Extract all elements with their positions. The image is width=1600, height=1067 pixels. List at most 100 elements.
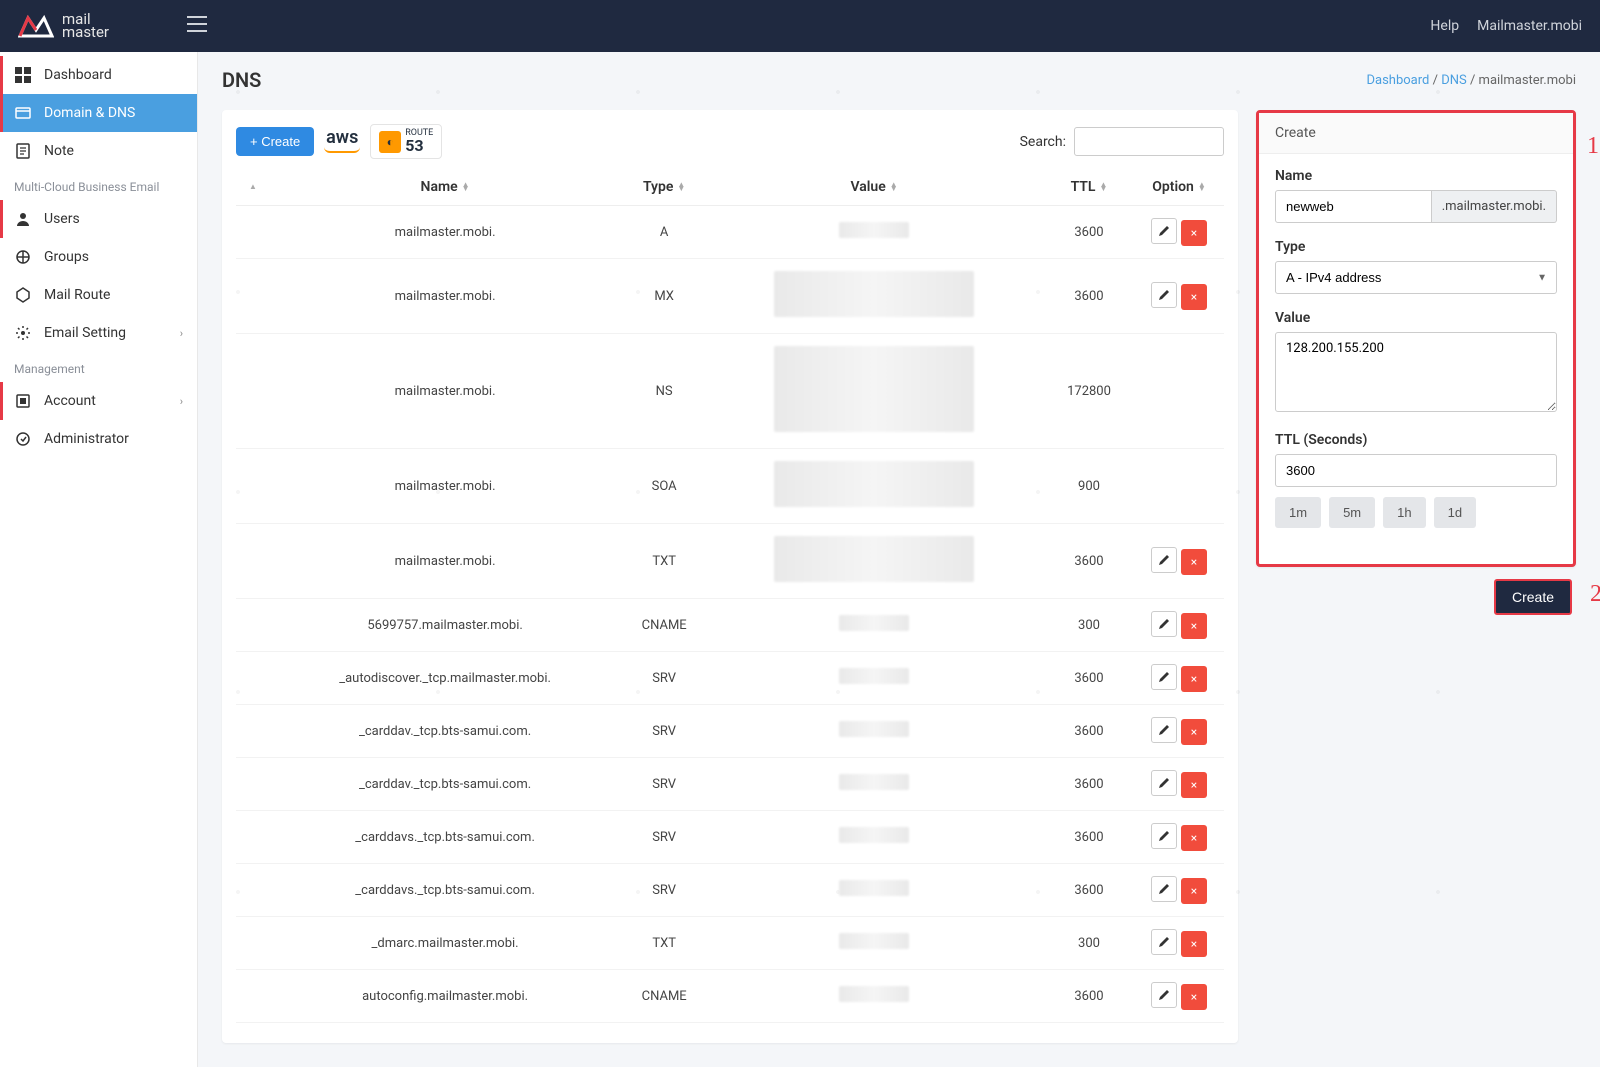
delete-button[interactable]: × bbox=[1181, 719, 1207, 745]
record-ttl: 300 bbox=[1044, 917, 1134, 970]
crumb-dashboard[interactable]: Dashboard bbox=[1366, 73, 1429, 88]
record-type: SOA bbox=[624, 449, 704, 524]
sidebar-item-label: Domain & DNS bbox=[44, 105, 135, 121]
help-link[interactable]: Help bbox=[1430, 18, 1459, 34]
delete-button[interactable]: × bbox=[1181, 284, 1207, 310]
record-value-redacted bbox=[839, 615, 909, 631]
sidebar-item-mail-route[interactable]: Mail Route bbox=[0, 276, 197, 314]
form-header: Create bbox=[1259, 113, 1573, 154]
delete-button[interactable]: × bbox=[1181, 931, 1207, 957]
sidebar-item-administrator[interactable]: Administrator bbox=[0, 420, 197, 458]
edit-button[interactable] bbox=[1151, 982, 1177, 1008]
dns-records-card: + Create aws ◐ ROUTE53 Search: bbox=[222, 110, 1238, 1043]
table-row: _autodiscover._tcp.mailmaster.mobi.SRV36… bbox=[236, 652, 1224, 705]
account-link[interactable]: Mailmaster.mobi bbox=[1477, 18, 1582, 34]
ttl-preset-1d[interactable]: 1d bbox=[1434, 497, 1476, 528]
crumb-dns[interactable]: DNS bbox=[1441, 73, 1467, 88]
delete-button[interactable]: × bbox=[1181, 825, 1207, 851]
ttl-label: TTL (Seconds) bbox=[1275, 432, 1557, 448]
col-sort[interactable]: ▲ bbox=[236, 169, 266, 206]
edit-button[interactable] bbox=[1151, 547, 1177, 573]
delete-button[interactable]: × bbox=[1181, 666, 1207, 692]
record-name: _carddav._tcp.bts-samui.com. bbox=[266, 705, 624, 758]
sidebar-item-email-setting[interactable]: Email Setting› bbox=[0, 314, 197, 352]
ttl-preset-5m[interactable]: 5m bbox=[1329, 497, 1375, 528]
sidebar-item-label: Administrator bbox=[44, 431, 129, 447]
record-name: mailmaster.mobi. bbox=[266, 206, 624, 259]
ttl-preset-1h[interactable]: 1h bbox=[1383, 497, 1425, 528]
record-name: autoconfig.mailmaster.mobi. bbox=[266, 970, 624, 1023]
sidebar-item-label: Account bbox=[44, 393, 96, 409]
record-value-redacted bbox=[839, 774, 909, 790]
brand-logo[interactable]: mail master bbox=[18, 12, 109, 40]
edit-button[interactable] bbox=[1151, 218, 1177, 244]
edit-button[interactable] bbox=[1151, 929, 1177, 955]
record-type: SRV bbox=[624, 652, 704, 705]
record-ttl: 3600 bbox=[1044, 811, 1134, 864]
users-icon bbox=[14, 210, 32, 228]
name-input[interactable] bbox=[1275, 190, 1432, 223]
value-label: Value bbox=[1275, 310, 1557, 326]
col-option[interactable]: Option▲▼ bbox=[1134, 169, 1224, 206]
sidebar-item-domain-dns[interactable]: Domain & DNS bbox=[0, 94, 197, 132]
col-type[interactable]: Type▲▼ bbox=[624, 169, 704, 206]
sidebar-item-label: Groups bbox=[44, 249, 89, 265]
delete-button[interactable]: × bbox=[1181, 878, 1207, 904]
name-label: Name bbox=[1275, 168, 1557, 184]
edit-button[interactable] bbox=[1151, 876, 1177, 902]
col-name[interactable]: Name▲▼ bbox=[266, 169, 624, 206]
type-select[interactable]: A - IPv4 address bbox=[1275, 261, 1557, 294]
type-label: Type bbox=[1275, 239, 1557, 255]
sidebar-item-label: Dashboard bbox=[44, 67, 112, 83]
edit-button[interactable] bbox=[1151, 717, 1177, 743]
sidebar-item-note[interactable]: Note bbox=[0, 132, 197, 170]
record-type: TXT bbox=[624, 917, 704, 970]
col-value[interactable]: Value▲▼ bbox=[704, 169, 1044, 206]
edit-button[interactable] bbox=[1151, 823, 1177, 849]
delete-button[interactable]: × bbox=[1181, 984, 1207, 1010]
top-nav: mail master Help Mailmaster.mobi bbox=[0, 0, 1600, 52]
table-row: _dmarc.mailmaster.mobi.TXT300× bbox=[236, 917, 1224, 970]
table-row: _carddavs._tcp.bts-samui.com.SRV3600× bbox=[236, 864, 1224, 917]
menu-toggle-icon[interactable] bbox=[187, 16, 207, 36]
ttl-preset-1m[interactable]: 1m bbox=[1275, 497, 1321, 528]
settings-icon bbox=[14, 324, 32, 342]
sidebar-item-groups[interactable]: Groups bbox=[0, 238, 197, 276]
record-type: SRV bbox=[624, 758, 704, 811]
record-value-redacted bbox=[839, 222, 909, 238]
route53-icon: ◐ bbox=[379, 131, 401, 153]
edit-button[interactable] bbox=[1151, 282, 1177, 308]
record-ttl: 3600 bbox=[1044, 970, 1134, 1023]
col-ttl[interactable]: TTL▲▼ bbox=[1044, 169, 1134, 206]
table-row: _carddav._tcp.bts-samui.com.SRV3600× bbox=[236, 758, 1224, 811]
crumb-current: mailmaster.mobi bbox=[1479, 73, 1576, 88]
submit-create-button[interactable]: Create bbox=[1494, 579, 1572, 615]
delete-button[interactable]: × bbox=[1181, 613, 1207, 639]
record-type: SRV bbox=[624, 811, 704, 864]
search-input[interactable] bbox=[1074, 127, 1224, 156]
record-ttl: 3600 bbox=[1044, 524, 1134, 599]
sidebar-item-label: Email Setting bbox=[44, 325, 126, 341]
record-type: MX bbox=[624, 259, 704, 334]
table-row: mailmaster.mobi.SOA900 bbox=[236, 449, 1224, 524]
delete-button[interactable]: × bbox=[1181, 772, 1207, 798]
sidebar-item-dashboard[interactable]: Dashboard bbox=[0, 56, 197, 94]
aws-logo: aws bbox=[324, 130, 360, 152]
sidebar-item-account[interactable]: Account› bbox=[0, 382, 197, 420]
delete-button[interactable]: × bbox=[1181, 549, 1207, 575]
record-name: _carddavs._tcp.bts-samui.com. bbox=[266, 864, 624, 917]
table-row: 5699757.mailmaster.mobi.CNAME300× bbox=[236, 599, 1224, 652]
edit-button[interactable] bbox=[1151, 611, 1177, 637]
breadcrumb: Dashboard / DNS / mailmaster.mobi bbox=[1366, 73, 1576, 88]
delete-button[interactable]: × bbox=[1181, 220, 1207, 246]
ttl-input[interactable] bbox=[1275, 454, 1557, 487]
page-title: DNS bbox=[222, 68, 261, 92]
edit-button[interactable] bbox=[1151, 770, 1177, 796]
sidebar: DashboardDomain & DNSNote Multi-Cloud Bu… bbox=[0, 52, 198, 1067]
table-row: autoconfig.mailmaster.mobi.CNAME3600× bbox=[236, 970, 1224, 1023]
sidebar-item-users[interactable]: Users bbox=[0, 200, 197, 238]
create-record-button[interactable]: + Create bbox=[236, 127, 314, 156]
value-textarea[interactable]: 128.200.155.200 bbox=[1275, 332, 1557, 412]
edit-button[interactable] bbox=[1151, 664, 1177, 690]
table-row: mailmaster.mobi.MX3600× bbox=[236, 259, 1224, 334]
